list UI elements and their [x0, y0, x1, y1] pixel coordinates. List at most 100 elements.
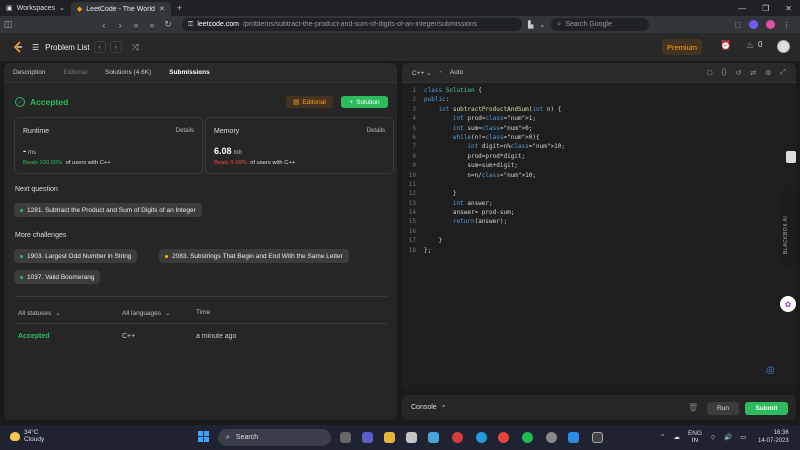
auto-mode-label[interactable]: Auto: [450, 69, 463, 76]
chrome-icon[interactable]: [498, 432, 509, 443]
code-line[interactable]: 15 return(answer);: [402, 218, 796, 227]
chevron-up-icon[interactable]: ⌃: [660, 433, 665, 441]
language-select[interactable]: C++ ⌄: [412, 69, 432, 77]
reload-icon[interactable]: ↻: [160, 19, 176, 30]
profile-extension-icon[interactable]: [749, 20, 758, 29]
workspaces-button[interactable]: ▣ Workspaces ⌄: [0, 4, 71, 13]
braces-icon[interactable]: {}: [722, 69, 727, 77]
run-button[interactable]: Run: [707, 402, 739, 415]
vivaldi-icon[interactable]: [452, 432, 463, 443]
photos-icon[interactable]: [428, 432, 439, 443]
code-line[interactable]: 3 int subtractProductAndSum(int n) {: [402, 106, 796, 115]
fullscreen-icon[interactable]: ⤢: [780, 69, 786, 77]
editorial-button[interactable]: ▤ Editorial: [286, 96, 333, 108]
document-icon[interactable]: [786, 151, 796, 163]
code-line[interactable]: 9 sum=sum+digit;: [402, 162, 796, 171]
code-line[interactable]: 18};: [402, 247, 796, 256]
close-window-icon[interactable]: ✕: [785, 4, 792, 13]
browser-tab-leetcode[interactable]: ◆ LeetCode - The World's Lea ✕: [70, 2, 171, 16]
code-line[interactable]: 2 public:: [402, 96, 796, 105]
wifi-icon[interactable]: ⌔: [710, 433, 716, 442]
volume-icon[interactable]: 🔊: [724, 433, 732, 441]
code-line[interactable]: 13 int answer;: [402, 200, 796, 209]
tab-editorial[interactable]: Editorial: [64, 69, 87, 76]
language-indicator[interactable]: ENG IN: [688, 430, 702, 444]
task-view-icon[interactable]: [340, 432, 351, 443]
tab-submissions[interactable]: Submissions: [169, 69, 209, 76]
code-line[interactable]: 10 n=n/class="num">10;: [402, 172, 796, 181]
maximize-icon[interactable]: ❐: [762, 4, 769, 13]
ai-assistant-icon[interactable]: ✿: [780, 296, 796, 312]
code-line[interactable]: 8 prod=prod*digit;: [402, 153, 796, 162]
bookmark-icon[interactable]: ⎔: [707, 69, 713, 77]
back-icon[interactable]: ‹: [96, 20, 112, 30]
url-field[interactable]: ⚿ leetcode.com/problems/subtract-the-pro…: [182, 18, 522, 31]
next-problem-button[interactable]: ›: [109, 41, 122, 53]
memory-card[interactable]: Memory Details 6.08 mb Beats 9.99% of use…: [205, 117, 394, 174]
streak-fire-icon[interactable]: ♨: [746, 40, 754, 51]
shuffle-icon[interactable]: ⤨: [132, 42, 139, 53]
premium-button[interactable]: Premium: [662, 39, 702, 55]
settings-icon[interactable]: ⚙: [765, 69, 771, 77]
code-line[interactable]: 16: [402, 228, 796, 237]
battery-icon[interactable]: ▭: [740, 433, 746, 441]
code-line[interactable]: 6 while(n!=class="num">0){: [402, 134, 796, 143]
prev-problem-button[interactable]: ‹: [93, 41, 106, 53]
file-explorer-icon[interactable]: [384, 432, 395, 443]
taskbar-search[interactable]: ⌕ Search: [218, 429, 331, 446]
tab-description[interactable]: Description: [13, 69, 46, 76]
code-line[interactable]: 14 answer= prod-sum;: [402, 209, 796, 218]
status-filter[interactable]: All statuses ⌄: [18, 309, 61, 318]
language-filter[interactable]: All languages ⌄: [122, 309, 170, 318]
dropdown-chevron-icon[interactable]: ⌄: [539, 21, 545, 29]
shuffle-icon[interactable]: ⇄: [750, 69, 756, 77]
timer-icon[interactable]: ⏰: [720, 40, 731, 51]
console-toggle[interactable]: Console ⌃: [411, 404, 447, 412]
forward-icon[interactable]: ›: [112, 20, 128, 30]
code-line[interactable]: 7 int digit=n%class="num">10;: [402, 143, 796, 152]
code-line[interactable]: 12 }: [402, 190, 796, 199]
blackbox-ai-tab[interactable]: BLACKBOX AI: [780, 190, 796, 268]
problem-list-button[interactable]: ☰ Problem List: [32, 43, 90, 52]
code-line[interactable]: 5 int sum=class="num">0;: [402, 125, 796, 134]
new-tab-icon[interactable]: +: [171, 3, 188, 13]
google-search-field[interactable]: ⌕ Search Google: [551, 18, 650, 31]
tab-solutions[interactable]: Solutions (4.6K): [105, 69, 151, 76]
reset-icon[interactable]: ↺: [735, 69, 741, 77]
solution-button[interactable]: + Solution: [341, 96, 388, 108]
submission-status-link[interactable]: Accepted: [18, 333, 50, 340]
avatar[interactable]: [777, 40, 790, 53]
submit-button[interactable]: Submit: [745, 402, 788, 415]
site-info-icon[interactable]: ⚿: [188, 21, 193, 29]
runtime-details-link[interactable]: Details: [176, 128, 194, 134]
code-line[interactable]: 4 int prod=class="num">1;: [402, 115, 796, 124]
code-line[interactable]: 1 class Solution {: [402, 87, 796, 96]
bookmark-icon[interactable]: ▙: [528, 21, 533, 29]
vscode-icon[interactable]: [568, 432, 579, 443]
leetcode-logo-icon[interactable]: [12, 41, 24, 53]
terminal-icon[interactable]: [592, 432, 603, 443]
extensions-icon[interactable]: ⬚: [734, 21, 741, 29]
sidebar-toggle-icon[interactable]: ◫: [0, 19, 16, 30]
code-line[interactable]: 11: [402, 181, 796, 190]
next-question-chip[interactable]: 1281. Subtract the Product and Sum of Di…: [14, 203, 202, 217]
lens-icon[interactable]: ◎: [766, 365, 778, 377]
windows-start-icon[interactable]: [198, 431, 209, 442]
menu-icon[interactable]: ⋮: [783, 21, 790, 29]
code-area[interactable]: 1 class Solution {2 public: 3 int subtractP…: [402, 87, 796, 256]
fast-forward-icon[interactable]: »: [144, 20, 160, 30]
clock[interactable]: 16:36 14-07-2023: [758, 430, 789, 445]
extension-icon[interactable]: [766, 20, 775, 29]
teams-icon[interactable]: [362, 432, 373, 443]
edge-icon[interactable]: [476, 432, 487, 443]
close-tab-icon[interactable]: ✕: [159, 5, 165, 13]
store-icon[interactable]: [406, 432, 417, 443]
challenge-chip[interactable]: 1903. Largest Odd Number in String: [14, 249, 138, 263]
runtime-card[interactable]: Runtime Details - ms Beats 100.00% of use…: [14, 117, 203, 174]
challenge-chip[interactable]: 2083. Substrings That Begin and End With…: [159, 249, 349, 263]
memory-details-link[interactable]: Details: [367, 128, 385, 134]
trash-icon[interactable]: 🗑: [688, 403, 698, 412]
spotify-icon[interactable]: [522, 432, 533, 443]
minimize-icon[interactable]: —: [738, 4, 746, 13]
weather-widget[interactable]: 34°C Cloudy: [10, 429, 44, 443]
